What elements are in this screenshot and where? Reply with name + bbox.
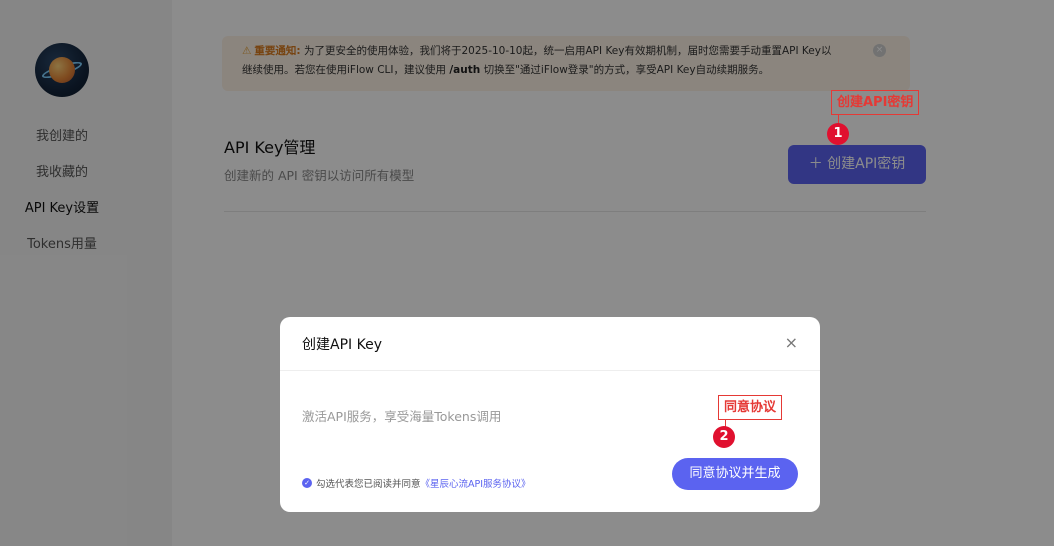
agreement-text: 勾选代表您已阅读并同意 xyxy=(316,479,421,490)
annotation-number-2: 2 xyxy=(713,426,735,448)
check-icon[interactable]: ✓ xyxy=(302,478,312,488)
agree-and-generate-button[interactable]: 同意协议并生成 xyxy=(672,458,798,490)
modal-title: 创建API Key xyxy=(302,337,382,353)
agreement-row: ✓ 勾选代表您已阅读并同意 《星辰心流API服务协议》 xyxy=(302,476,531,490)
agreement-link[interactable]: 《星辰心流API服务协议》 xyxy=(421,476,531,490)
annotation-label-1: 创建API密钥 xyxy=(831,90,920,115)
modal-description: 激活API服务，享受海量Tokens调用 xyxy=(302,409,502,424)
close-icon[interactable]: × xyxy=(785,333,798,352)
modal-divider xyxy=(280,370,820,371)
annotation-label-2: 同意协议 xyxy=(718,395,783,420)
annotation-number-1: 1 xyxy=(827,123,849,145)
